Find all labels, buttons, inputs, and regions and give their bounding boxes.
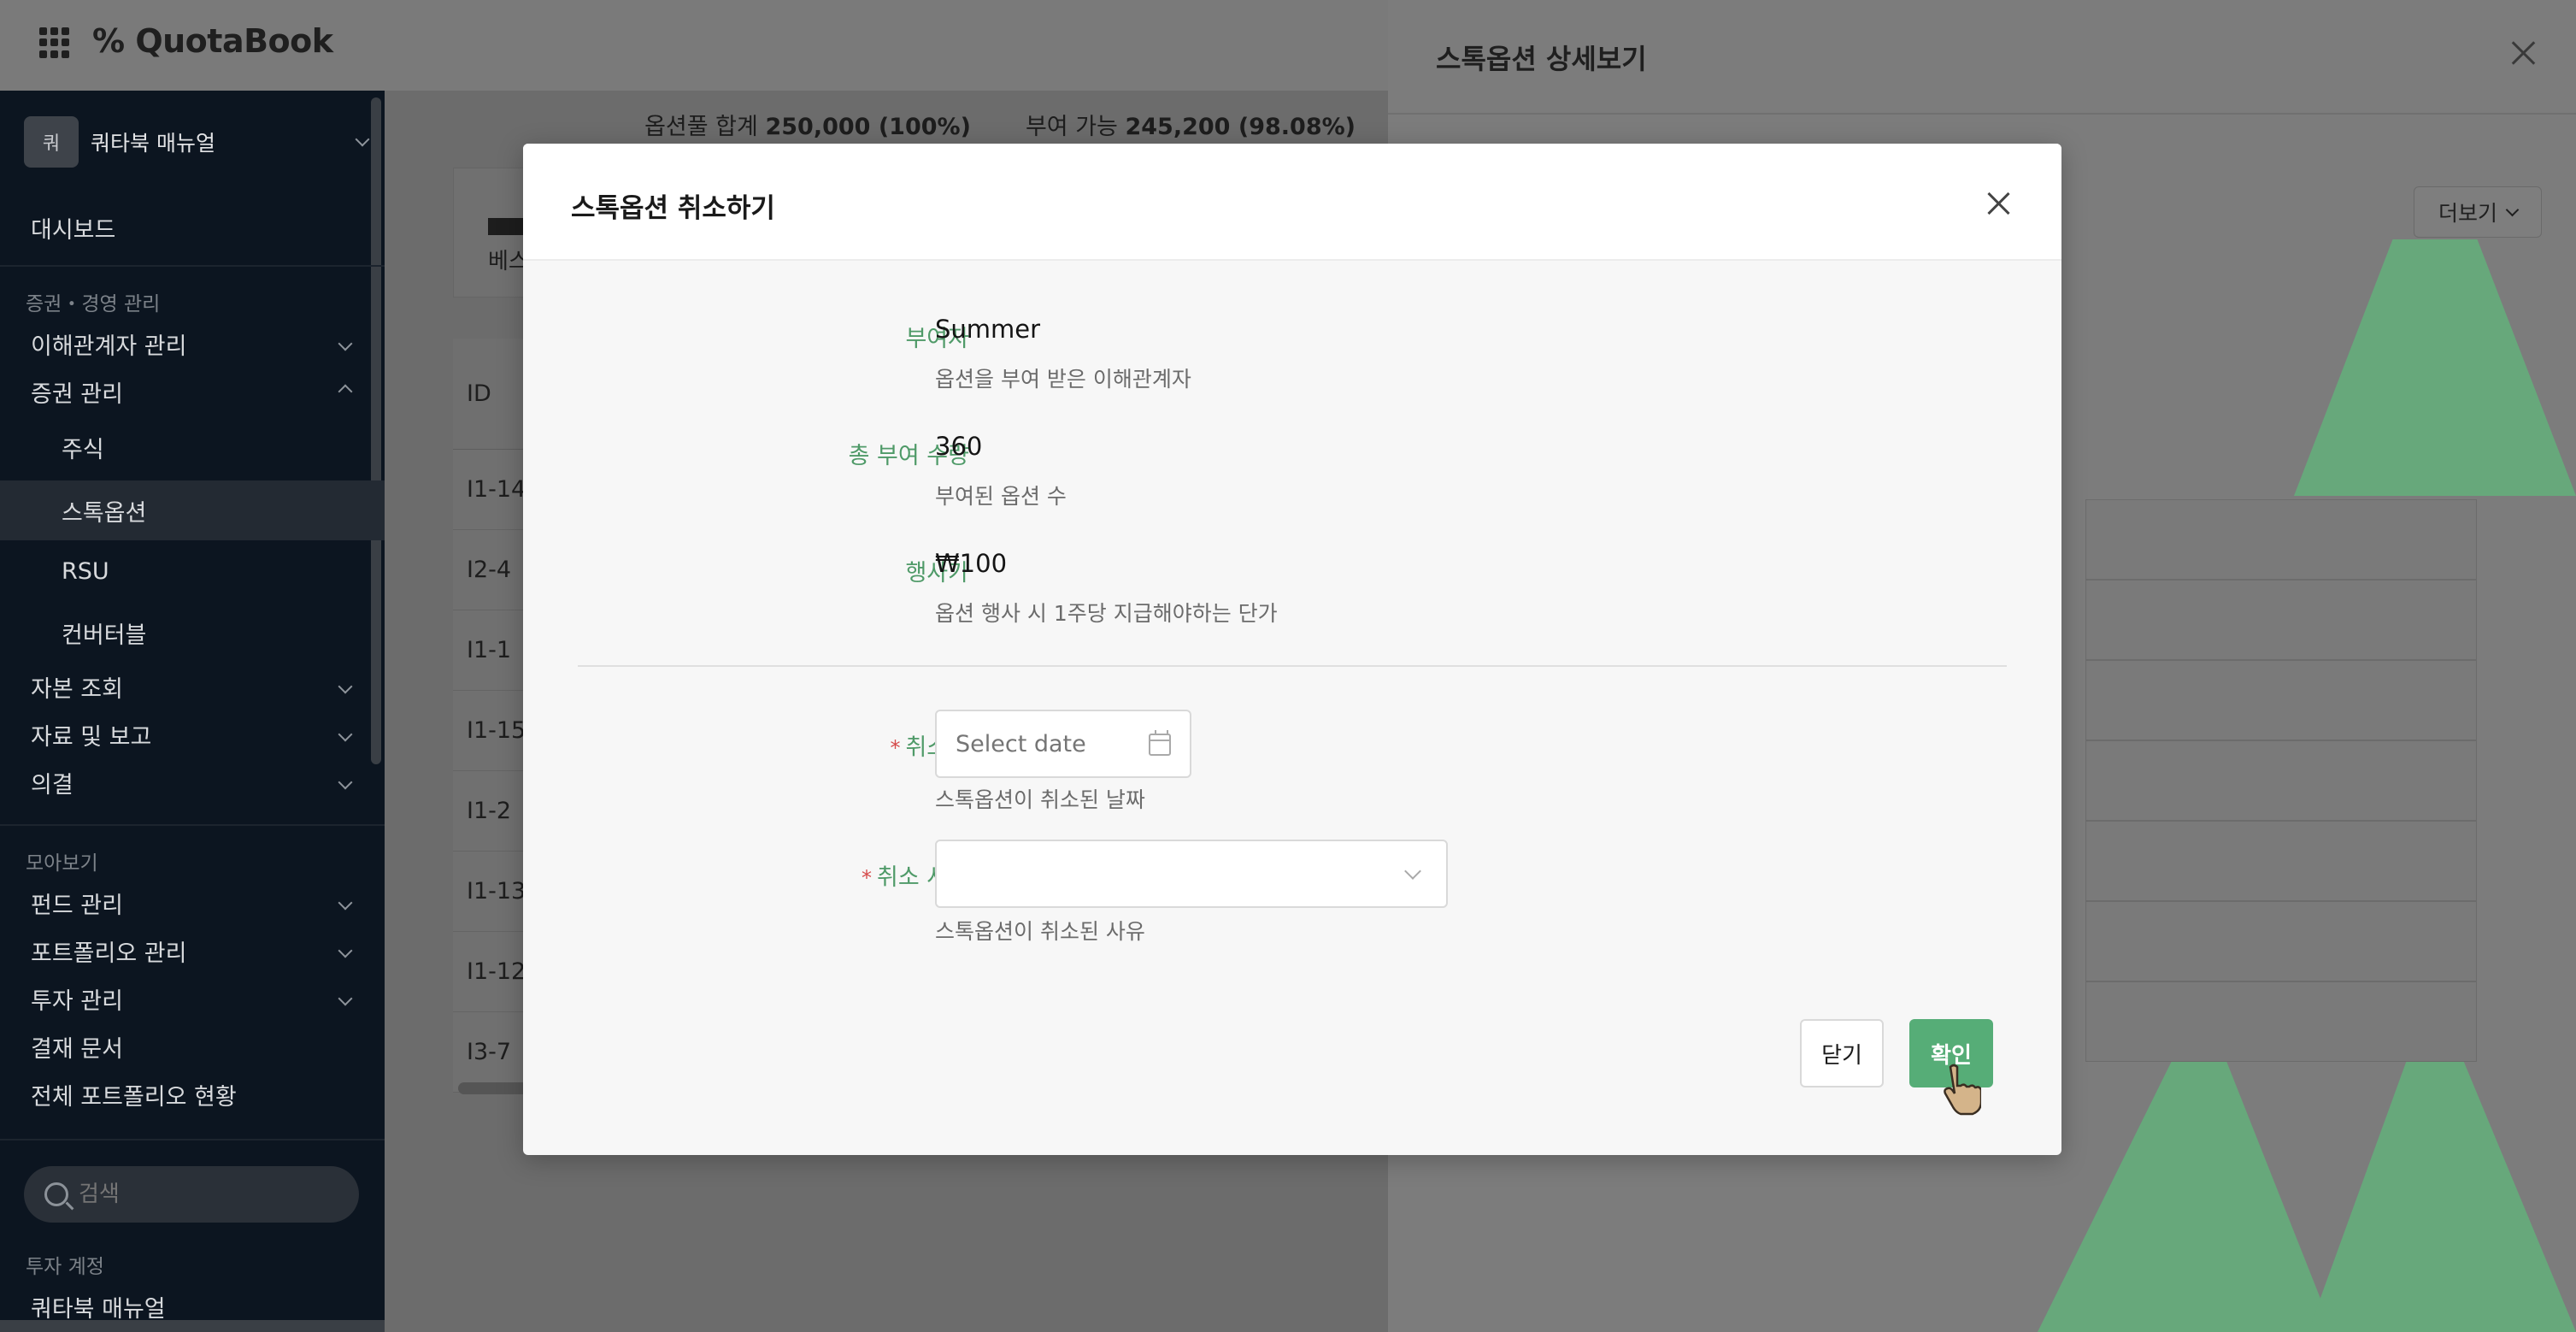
grantee-help: 옵션을 부여 받은 이해관계자: [935, 367, 1191, 392]
total-granted-value: 360: [935, 432, 983, 461]
cancel-reason-select[interactable]: [935, 840, 1448, 908]
modal-header: 스톡옵션 취소하기: [523, 144, 2061, 261]
strike-price-value: ₩100: [935, 549, 1008, 578]
cancel-reason-help: 스톡옵션이 취소된 사유: [935, 919, 1145, 944]
chevron-down-icon: [1404, 863, 1421, 880]
close-button[interactable]: 닫기: [1800, 1019, 1884, 1087]
required-mark: *: [862, 866, 873, 890]
cancel-option-modal: 스톡옵션 취소하기 부여자 Summer 옵션을 부여 받은 이해관계자 총 부…: [523, 144, 2061, 1155]
hand-cursor-icon: [1944, 1064, 1981, 1116]
modal-title: 스톡옵션 취소하기: [571, 193, 775, 224]
calendar-icon: [1149, 730, 1171, 756]
modal-divider: [578, 665, 2007, 667]
total-granted-help: 부여된 옵션 수: [935, 484, 1067, 509]
cancel-date-picker[interactable]: [935, 710, 1191, 778]
grantee-value: Summer: [935, 315, 1041, 344]
cancel-date-input[interactable]: [956, 730, 1144, 757]
close-icon[interactable]: [1986, 192, 2010, 215]
required-mark: *: [890, 736, 901, 760]
cancel-date-help: 스톡옵션이 취소된 날짜: [935, 787, 1145, 812]
strike-price-help: 옵션 행사 시 1주당 지급해야하는 단가: [935, 601, 1278, 626]
